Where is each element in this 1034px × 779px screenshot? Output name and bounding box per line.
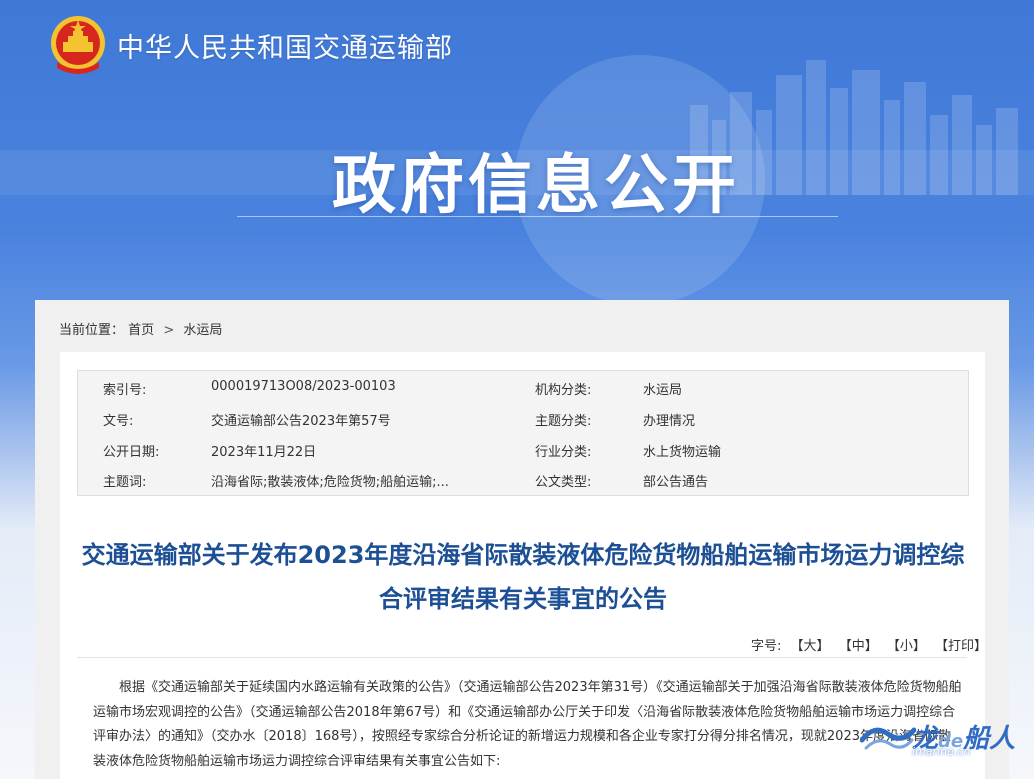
keywords-value: 沿海省际;散装液体;危险货物;船舶运输;... (211, 475, 449, 490)
breadcrumb-home-link[interactable]: 首页 (128, 323, 154, 338)
keywords-label: 主题词: (103, 475, 147, 490)
document-body: 根据《交通运输部关于延续国内水路运输有关政策的公告》（交通运输部公告2023年第… (93, 680, 962, 769)
doc-no-value: 交通运输部公告2023年第57号 (211, 414, 391, 429)
font-small-button[interactable]: 【小】 (887, 639, 926, 654)
ministry-name: 中华人民共和国交通运输部 (117, 33, 453, 64)
document-title: 交通运输部关于发布2023年度沿海省际散装液体危险货物船舶运输市场运力调控综合评… (81, 541, 965, 613)
publish-date-value: 2023年11月22日 (211, 445, 317, 460)
breadcrumb-label: 当前位置： (59, 323, 125, 338)
org-category-value: 水运局 (643, 383, 683, 398)
publish-date-label: 公开日期: (103, 445, 160, 460)
wave-logo-icon (860, 727, 916, 750)
doc-type-label: 公文类型: (535, 475, 592, 490)
breadcrumb-water-transport-link[interactable]: 水运局 (183, 323, 222, 338)
watermark-brand-b: 船人 (963, 723, 1016, 754)
doc-no-label: 文号: (103, 414, 134, 429)
site-watermark: 龙de船人 imarine.cn (860, 714, 1015, 758)
hero-divider (237, 216, 838, 217)
topic-category-value: 办理情况 (643, 414, 696, 429)
industry-category-label: 行业分类: (535, 445, 592, 460)
org-category-label: 机构分类: (535, 383, 592, 398)
doc-type-value: 部公告通告 (643, 475, 709, 490)
index-no-value: 000019713O08/2023-00103 (211, 379, 396, 394)
font-size-controls: 字号: 【大】 【中】 【小】 【打印】 (751, 635, 987, 654)
index-no-label: 索引号: (103, 383, 147, 398)
print-button[interactable]: 【打印】 (935, 639, 987, 654)
font-size-label: 字号: (751, 639, 782, 654)
font-medium-button[interactable]: 【中】 (839, 639, 878, 654)
breadcrumb: 当前位置： 首页 > 水运局 (59, 319, 222, 338)
watermark-url: imarine.cn (912, 745, 971, 758)
industry-category-value: 水上货物运输 (643, 445, 722, 460)
title-divider (77, 657, 967, 658)
hero-title: 政府信息公开 (332, 149, 740, 223)
breadcrumb-separator: > (163, 323, 175, 338)
national-emblem-icon (51, 16, 105, 74)
font-large-button[interactable]: 【大】 (791, 639, 830, 654)
document-metadata-table: 索引号: 000019713O08/2023-00103 机构分类: 水运局 文… (77, 370, 969, 496)
topic-category-label: 主题分类: (535, 414, 592, 429)
